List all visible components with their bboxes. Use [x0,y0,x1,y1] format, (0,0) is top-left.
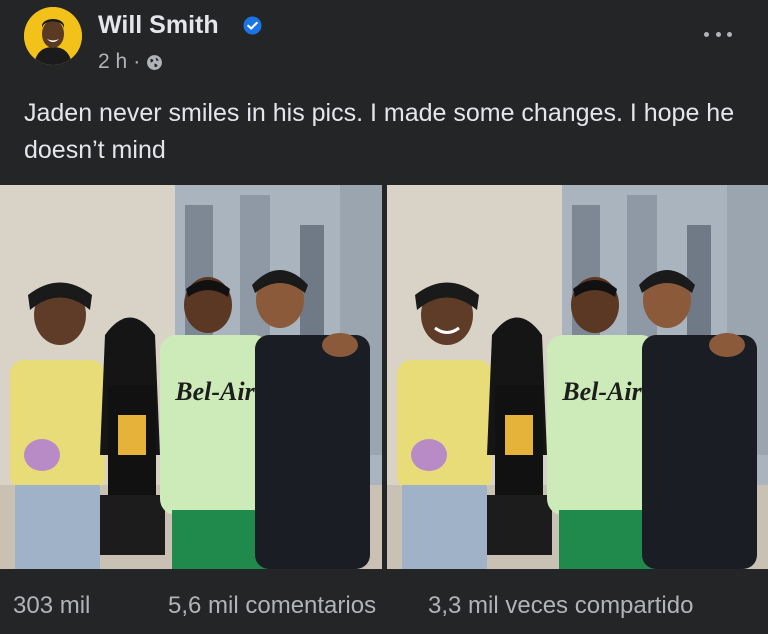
post-meta: 2 h · [98,50,163,74]
more-options-icon[interactable] [704,22,732,46]
shirt-graphic: Bel-Air [561,377,642,406]
globe-icon[interactable] [146,54,163,71]
post-stats: 303 mil 5,6 mil comentarios 3,3 mil vece… [0,569,768,634]
reactions-count[interactable]: 303 mil [13,592,90,620]
avatar[interactable] [24,7,82,65]
shares-count[interactable]: 3,3 mil veces compartido [428,592,693,620]
post-time[interactable]: 2 h [98,50,127,74]
comments-count[interactable]: 5,6 mil comentarios [168,592,376,620]
photo-right[interactable]: Bel-Air [387,185,768,569]
meta-separator: · [133,50,141,73]
photo-left[interactable]: Bel-Air [0,185,382,569]
post-header: Will Smith 2 h · [0,0,768,80]
photo-grid: Bel-Air Bel-Air [0,185,768,569]
author-name[interactable]: Will Smith [98,10,219,40]
verified-badge-icon [243,16,262,35]
shirt-graphic: Bel-Air [174,377,255,406]
post-text: Jaden never smiles in his pics. I made s… [24,99,735,164]
